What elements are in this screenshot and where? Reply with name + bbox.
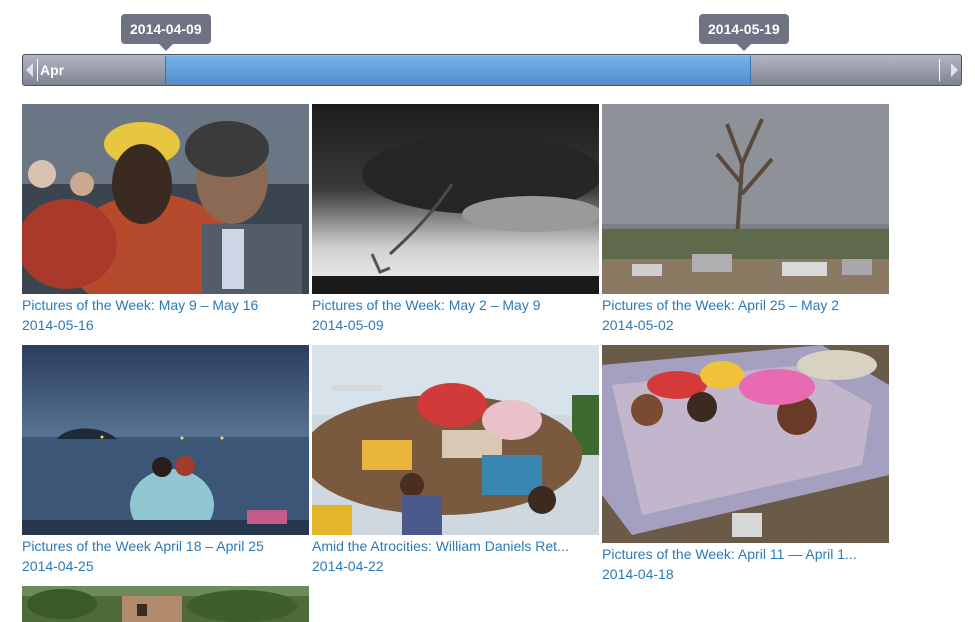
garden-building-photo <box>22 586 309 622</box>
gallery-card-date: 2014-04-25 <box>22 558 94 574</box>
gallery-card-title[interactable]: Pictures of the Week: April 25 – May 2 <box>602 297 889 314</box>
gallery-card-title[interactable]: Pictures of the Week April 18 – April 25 <box>22 538 309 555</box>
gallery-card-date: 2014-05-16 <box>22 317 94 333</box>
gallery-card-date: 2014-05-09 <box>312 317 384 333</box>
storm-damage-tree-photo <box>602 104 889 294</box>
gallery-card-title[interactable]: Pictures of the Week: May 9 – May 16 <box>22 297 309 314</box>
refugee-truck-photo <box>312 345 599 535</box>
gallery-thumbnail[interactable] <box>312 345 599 535</box>
gallery-card-date: 2014-05-02 <box>602 317 674 333</box>
gallery-thumbnail[interactable] <box>602 104 889 294</box>
gallery-card: Pictures of the Week: May 2 – May 9 2014… <box>312 104 599 334</box>
gallery-card: Amid the Atrocities: William Daniels Ret… <box>312 345 599 575</box>
timeline-month-label: Apr <box>40 62 65 78</box>
gallery-thumbnail[interactable] <box>312 104 599 294</box>
gallery-thumbnail[interactable] <box>22 586 309 622</box>
photo-archive-page: 2014-04-09 2014-05-19 Apr Pictures of th… <box>0 0 975 622</box>
gallery-card: Pictures of the Week: April 11 — April 1… <box>602 345 889 583</box>
gallery-card-title[interactable]: Pictures of the Week: May 2 – May 9 <box>312 297 599 314</box>
timeline-scroll-left-icon[interactable] <box>26 63 33 77</box>
gallery-thumbnail[interactable] <box>602 345 889 543</box>
gallery-thumbnail[interactable] <box>22 104 309 294</box>
gallery-card: Pictures of the Week April 18 – April 25… <box>22 345 309 575</box>
sleeping-children-photo <box>602 345 889 543</box>
timeline-slider[interactable]: Apr <box>22 54 962 86</box>
timeline-tick <box>939 59 940 81</box>
gallery-card-title[interactable]: Amid the Atrocities: William Daniels Ret… <box>312 538 599 555</box>
timeline-selected-range[interactable] <box>165 56 751 84</box>
gallery-card-date: 2014-04-22 <box>312 558 384 574</box>
timeline-tick <box>37 59 38 81</box>
timeline-end-label: 2014-05-19 <box>699 14 789 51</box>
sea-vigil-photo <box>22 345 309 535</box>
timeline-start-label: 2014-04-09 <box>121 14 211 51</box>
gallery-card: Pictures of the Week: May 9 – May 16 201… <box>22 104 309 334</box>
tornado-photo <box>312 104 599 294</box>
gallery-card-date: 2014-04-18 <box>602 566 674 582</box>
gallery-card: Pictures of the Week: April 25 – May 2 2… <box>602 104 889 334</box>
gallery-card <box>22 586 309 622</box>
gallery-card-title[interactable]: Pictures of the Week: April 11 — April 1… <box>602 546 889 563</box>
timeline-scroll-right-icon[interactable] <box>951 63 958 77</box>
gallery-thumbnail[interactable] <box>22 345 309 535</box>
miner-rescue-photo <box>22 104 309 294</box>
